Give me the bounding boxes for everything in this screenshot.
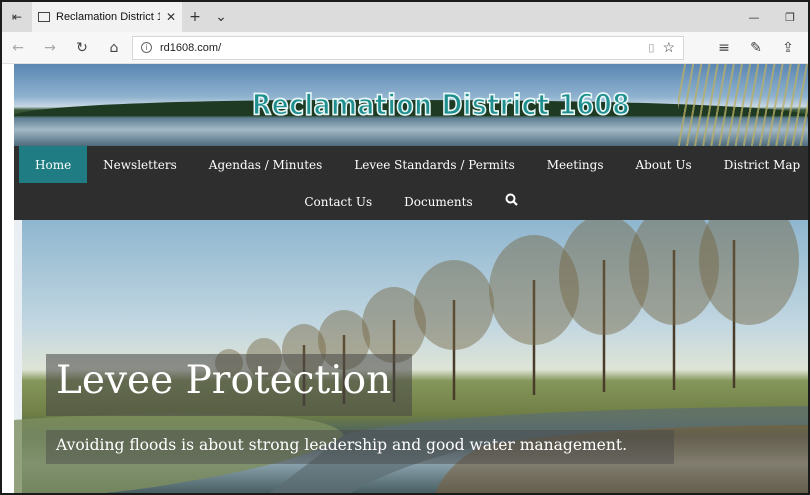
star-icon[interactable]: ☆ (662, 39, 675, 56)
menu-item-newsletters[interactable]: Newsletters (87, 146, 193, 183)
address-bar[interactable]: i rd1608.com/ ▯ ☆ (132, 35, 684, 60)
tab-strip: ⇤ Reclamation District 160 ✕ + ⌄ — ❐ (2, 2, 808, 32)
back-button[interactable]: ← (2, 32, 34, 64)
site-banner: Reclamation District 1608 (14, 64, 808, 146)
page-icon (38, 12, 50, 22)
hero-subhead: Avoiding floods is about strong leadersh… (56, 436, 627, 454)
menu-item-about-us[interactable]: About Us (619, 146, 707, 183)
site-logo[interactable]: Reclamation District 1608 (251, 87, 630, 122)
pen-icon[interactable]: ✎ (740, 32, 772, 64)
home-icon: ⌂ (109, 39, 119, 56)
hero-slider: Levee Protection Avoiding floods is abou… (14, 220, 808, 493)
restore-button[interactable]: ❐ (772, 2, 808, 32)
home-button[interactable]: ⌂ (98, 32, 130, 64)
refresh-icon: ↻ (76, 39, 88, 56)
main-menu: Home Newsletters Agendas / Minutes Levee… (14, 146, 808, 220)
set-tabs-aside-icon[interactable]: ⇤ (2, 2, 32, 32)
menu-row-1: Home Newsletters Agendas / Minutes Levee… (19, 146, 808, 183)
search-icon[interactable] (489, 193, 534, 210)
menu-item-home[interactable]: Home (19, 146, 88, 183)
minimize-button[interactable]: — (736, 2, 772, 32)
browser-tab[interactable]: Reclamation District 160 ✕ (32, 2, 182, 32)
menu-item-levee-standards-permits[interactable]: Levee Standards / Permits (338, 146, 530, 183)
menu-item-district-map[interactable]: District Map (708, 146, 808, 183)
menu-item-agendas-minutes[interactable]: Agendas / Minutes (193, 146, 339, 183)
hero-headline: Levee Protection (56, 358, 392, 403)
favorites-list-icon[interactable]: ≡ (708, 32, 740, 64)
refresh-button[interactable]: ↻ (66, 32, 98, 64)
menu-item-meetings[interactable]: Meetings (531, 146, 620, 183)
menu-row-2: Contact Us Documents (14, 183, 808, 220)
browser-window: ⇤ Reclamation District 160 ✕ + ⌄ — ❐ ← →… (0, 0, 810, 495)
menu-item-contact-us[interactable]: Contact Us (288, 183, 388, 220)
forward-button[interactable]: → (34, 32, 66, 64)
close-tab-icon[interactable]: ✕ (166, 10, 176, 24)
tab-title: Reclamation District 160 (56, 11, 160, 23)
navigation-bar: ← → ↻ ⌂ i rd1608.com/ ▯ ☆ ≡ ✎ ⇪ (2, 32, 808, 64)
toolbar-right: ≡ ✎ ⇪ (708, 32, 804, 64)
window-controls: — ❐ (736, 2, 808, 32)
arrow-left-icon: ← (12, 39, 24, 56)
share-icon[interactable]: ⇪ (772, 32, 804, 64)
web-page: Reclamation District 1608 Home Newslette… (14, 64, 808, 493)
new-tab-button[interactable]: + (182, 2, 208, 32)
menu-item-documents[interactable]: Documents (388, 183, 488, 220)
site-info-icon[interactable]: i (141, 42, 152, 53)
reading-view-icon[interactable]: ▯ (648, 41, 654, 54)
tab-list-icon[interactable]: ⌄ (208, 2, 234, 32)
arrow-right-icon: → (44, 39, 56, 56)
banner-reeds (678, 64, 808, 146)
address-url[interactable]: rd1608.com/ (160, 42, 640, 54)
